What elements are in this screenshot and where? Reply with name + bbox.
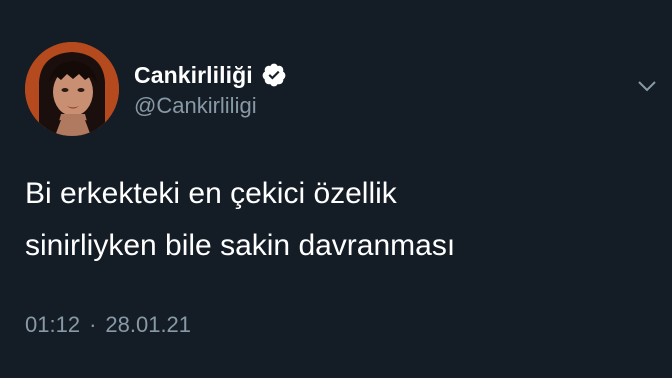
author-name-row: Cankirliliği <box>134 60 287 90</box>
tweet-card: Cankirliliği @Cankirliligi Bi erkekteki … <box>0 0 672 378</box>
meta-separator: · <box>89 312 97 337</box>
tweet-text-line: sinirliyken bile sakin davranması <box>25 229 456 262</box>
chevron-down-icon[interactable] <box>636 78 658 94</box>
verified-badge-icon <box>261 62 287 88</box>
tweet-time: 01:12 <box>25 312 81 337</box>
tweet-timestamp[interactable]: 01:12 · 28.01.21 <box>25 312 191 338</box>
author-handle[interactable]: @Cankirliligi <box>134 93 257 119</box>
author-display-name[interactable]: Cankirliliği <box>134 62 253 89</box>
avatar-portrait-icon <box>25 42 119 136</box>
tweet-text: Bi erkekteki en çekici özellik sinirliyk… <box>25 168 645 272</box>
tweet-date: 28.01.21 <box>105 312 192 337</box>
profile-avatar[interactable] <box>25 42 119 136</box>
tweet-text-line: Bi erkekteki en çekici özellik <box>25 177 397 210</box>
